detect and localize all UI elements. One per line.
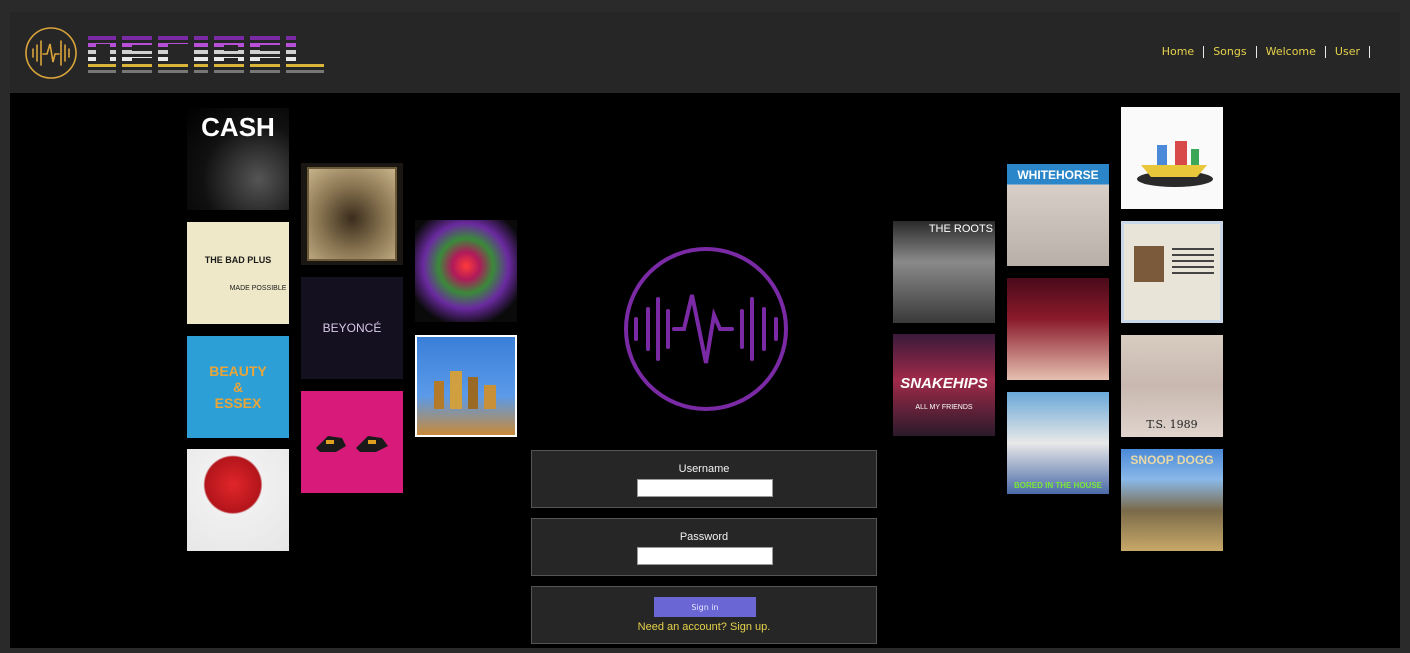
album-art [1172,248,1214,278]
soundwave-logo-icon[interactable] [24,26,78,80]
album-art [1137,141,1213,187]
album-cover-bad-plus: THE BAD PLUS MADE POSSIBLE [187,222,289,324]
album-cover-the-roots: THE ROOTS [893,221,995,323]
album-subtitle: MADE POSSIBLE [229,284,287,292]
album-art [307,167,397,261]
album-cover-run-the-jewels [301,391,403,493]
album-title: CASH [201,112,275,142]
album-title: BEYONCÉ [322,321,382,335]
username-label: Username [678,463,730,475]
album-title: BORED IN THE HOUSE [1013,481,1102,490]
album-art [316,436,388,452]
album-cover-boat [1121,107,1223,209]
sign-in-button[interactable]: Sign in [654,597,756,617]
main-nav: Home Songs Welcome User [1153,46,1370,58]
album-cover-red-hair [187,449,289,551]
album-cover-id-card [1121,221,1223,323]
album-title: SNOOP DOGG [1130,453,1214,467]
album-cover-snoop-dogg: SNOOP DOGG [1121,449,1223,551]
password-label: Password [679,531,729,543]
signin-section: Sign in Need an account? Sign up. [531,586,877,644]
album-cover-psychedelic [415,220,517,322]
album-art [1134,246,1164,282]
album-art [434,371,496,409]
album-cover-1989: T.S. 1989 [1121,335,1223,437]
album-cover-beyonce: BEYONCÉ [301,277,403,379]
album-cover-burlesque [1007,278,1109,380]
nav-user-link[interactable]: User [1326,46,1370,58]
album-cover-ornate [301,163,403,265]
nav-home-link[interactable]: Home [1153,46,1205,58]
album-cover-whitehorse: WHITEHORSE [1007,164,1109,266]
header: DECIBEL Home Songs Welcome User [10,12,1400,93]
album-cover-snakehips: SNAKEHIPS ALL MY FRIENDS [893,334,995,436]
password-input[interactable] [637,547,773,565]
album-title: THE ROOTS [928,223,993,235]
album-title: T.S. 1989 [1146,418,1198,431]
sign-up-link[interactable]: Need an account? Sign up. [532,621,876,633]
username-section: Username [531,450,877,508]
nav-songs-link[interactable]: Songs [1204,46,1257,58]
password-section: Password [531,518,877,576]
nav-welcome-link[interactable]: Welcome [1257,46,1326,58]
album-subtitle: ALL MY FRIENDS [915,404,973,411]
album-cover-trophies [415,335,517,437]
album-cover-cash: CASH [187,108,289,210]
album-title: BEAUTY & ESSEX [209,363,267,411]
page: DECIBEL Home Songs Welcome User CASH THE… [10,12,1400,648]
soundwave-circle-icon [624,247,788,411]
album-cover-bored-in-the-house: BORED IN THE HOUSE [1007,392,1109,494]
album-title: THE BAD PLUS [204,254,272,265]
album-cover-beauty-essex: BEAUTY & ESSEX [187,336,289,438]
brand-name: DECIBEL [122,32,291,76]
album-title: WHITEHORSE [1017,168,1099,182]
decibel-wordmark: DECIBEL [88,32,324,76]
album-title: SNAKEHIPS [900,375,988,392]
username-input[interactable] [637,479,773,497]
